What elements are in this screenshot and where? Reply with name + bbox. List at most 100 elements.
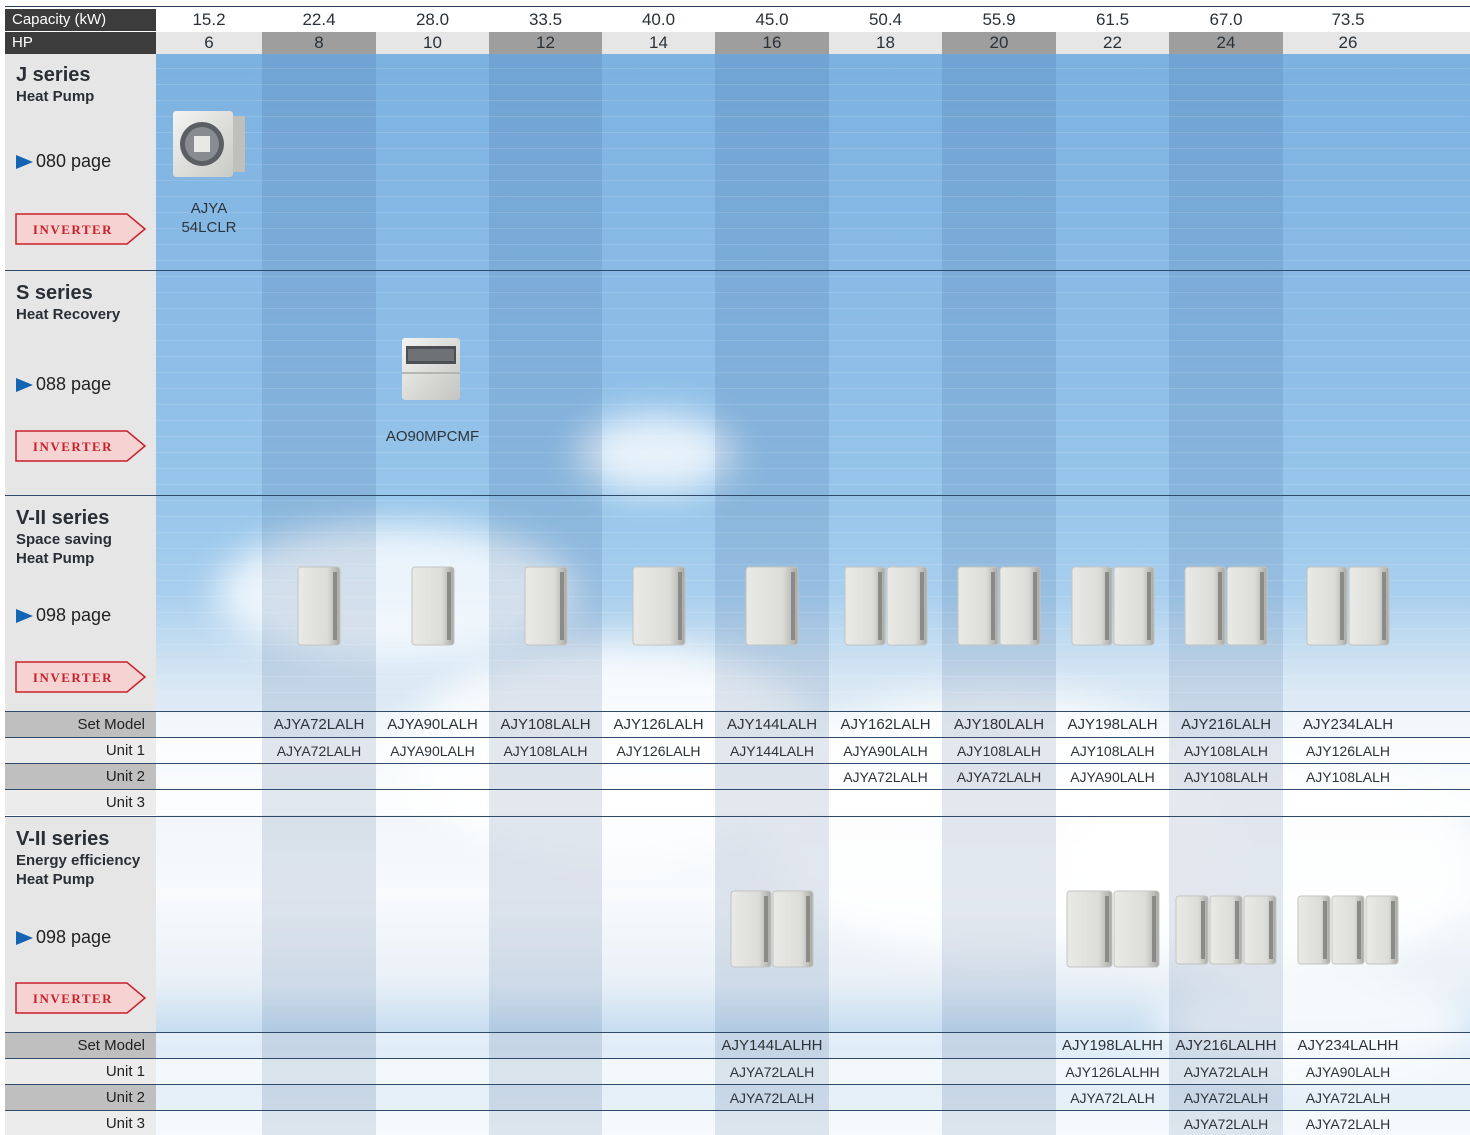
v2-energy-efficiency-page-link[interactable]: 098 page [16, 927, 111, 948]
page-link-text: 088 page [36, 374, 112, 394]
table-cell: AJYA90LALH [390, 743, 475, 759]
arrow-right-icon [16, 377, 33, 392]
s-series-info: S series Heat Recovery [16, 282, 120, 324]
capacity-value: 61.5 [1095, 10, 1130, 29]
table-cell [376, 1085, 489, 1110]
table-cell: AJY180LALH [942, 712, 1056, 737]
table-cell [602, 1111, 715, 1135]
table-cell: AJY108LALH [489, 712, 602, 737]
j-series-page-link[interactable]: 080 page [16, 151, 111, 172]
hp-value: 16 [715, 32, 829, 54]
space-saving-unit-image [744, 566, 800, 651]
sky-stripe [156, 484, 1470, 485]
table-cell: AJYA72LALH [1169, 1085, 1283, 1110]
series-title: S series [16, 282, 93, 304]
space-saving-unit-image [523, 566, 569, 651]
table-cell: AJYA72LALH [1305, 1116, 1391, 1132]
sky-stripe [156, 468, 1470, 469]
row-label: Unit 1 [5, 1059, 156, 1084]
table-cell: AJY198LALH [1067, 716, 1158, 733]
table-cell [489, 1033, 602, 1058]
space-saving-unit-image [1070, 566, 1156, 651]
table-cell [489, 1111, 602, 1135]
sky-stripe [156, 292, 1470, 293]
table-cell: AJYA72LALH [843, 769, 928, 785]
sky-stripe [156, 564, 1470, 565]
table-row: Set Model AJYA72LALH AJYA90LALH AJY108LALH A… [5, 711, 1470, 737]
sky-stripe [156, 148, 1470, 149]
capacity-value: 55.9 [982, 10, 1016, 29]
sky-stripe [156, 436, 1470, 437]
table-cell [262, 790, 376, 815]
table-cell: AJYA72LALH [1169, 1111, 1283, 1135]
sky-stripe [156, 132, 1470, 133]
row-label: Unit 2 [5, 764, 156, 789]
sky-stripe [156, 548, 1470, 549]
sky-stripe [156, 452, 1470, 453]
table-row: Unit 3 AJYA72LALH AJYA72LALH [5, 1110, 1470, 1135]
v2-space-saving-page-link[interactable]: 098 page [16, 605, 111, 626]
table-cell [602, 1085, 715, 1110]
table-cell [829, 1085, 942, 1110]
inverter-badge-graphic: INVERTER [15, 661, 147, 693]
sky-stripe [156, 420, 1470, 421]
table-cell: AJY126LALH [616, 743, 701, 759]
sky-stripe [156, 180, 1470, 181]
table-cell: AJYA90LALH [1305, 1064, 1391, 1080]
table-cell [715, 790, 829, 815]
series-subtitle: Space saving [16, 531, 112, 548]
table-cell [489, 790, 602, 815]
s-series-page-link[interactable]: 088 page [16, 374, 111, 395]
inverter-badge: INVERTER [15, 213, 147, 250]
sky-stripe [156, 372, 1470, 373]
inverter-badge: INVERTER [15, 430, 147, 467]
energy-efficiency-unit-image [1065, 890, 1161, 973]
table-cell: AJY216LALHH [1169, 1033, 1283, 1058]
table-cell [942, 1085, 1056, 1110]
table-cell [156, 764, 262, 789]
table-cell: AJY234LALHH [1297, 1037, 1399, 1054]
row-label: Unit 1 [5, 738, 156, 763]
sky-stripe [156, 660, 1470, 661]
table-cell [376, 764, 489, 789]
v2-space-saving-info: V-II series Space saving Heat Pump [16, 507, 112, 568]
series-subtitle: Heat Pump [16, 871, 95, 888]
page-link-text: 098 page [36, 927, 112, 947]
table-cell: AJYA72LALH [1305, 1090, 1391, 1106]
table-cell: AJYA72LALH [262, 738, 376, 763]
table-cell [262, 764, 376, 789]
table-cell: AJY108LALH [1070, 743, 1155, 759]
sky-stripe [156, 164, 1470, 165]
table-cell [942, 790, 1056, 815]
space-saving-unit-image [956, 566, 1042, 651]
table-cell: AJYA72LALH [262, 712, 376, 737]
sky-stripe [156, 84, 1470, 85]
table-cell [156, 738, 262, 763]
table-cell: AJYA72LALH [715, 1085, 829, 1110]
table-cell: AJY198LALHH [1062, 1037, 1163, 1054]
sky-stripe [156, 500, 1470, 501]
arrow-right-icon [16, 154, 33, 169]
hp-value: 18 [876, 33, 895, 52]
page-link-text: 098 page [36, 605, 112, 625]
energy-efficiency-unit-image [1174, 895, 1278, 970]
hp-value: 6 [204, 33, 214, 52]
energy-efficiency-unit-image [1296, 895, 1400, 970]
table-cell [156, 1059, 262, 1084]
table-cell [829, 1059, 942, 1084]
capacity-value: 40.0 [641, 10, 676, 29]
sky-stripe [156, 228, 1470, 229]
capacity-label: Capacity (kW) [5, 9, 156, 31]
inverter-badge: INVERTER [15, 982, 147, 1019]
table-cell [1056, 1111, 1169, 1135]
table-cell [156, 790, 262, 815]
hp-value: 14 [649, 33, 668, 52]
j-model-name: AJYA 54LCLR [156, 199, 262, 237]
sky-stripe [156, 692, 1470, 693]
sky-stripe [156, 116, 1470, 117]
sky-stripe [156, 308, 1470, 309]
inverter-badge: INVERTER [15, 661, 147, 698]
page-link-text: 080 page [36, 151, 112, 171]
sky-stripe [156, 676, 1470, 677]
sky-stripe [156, 196, 1470, 197]
